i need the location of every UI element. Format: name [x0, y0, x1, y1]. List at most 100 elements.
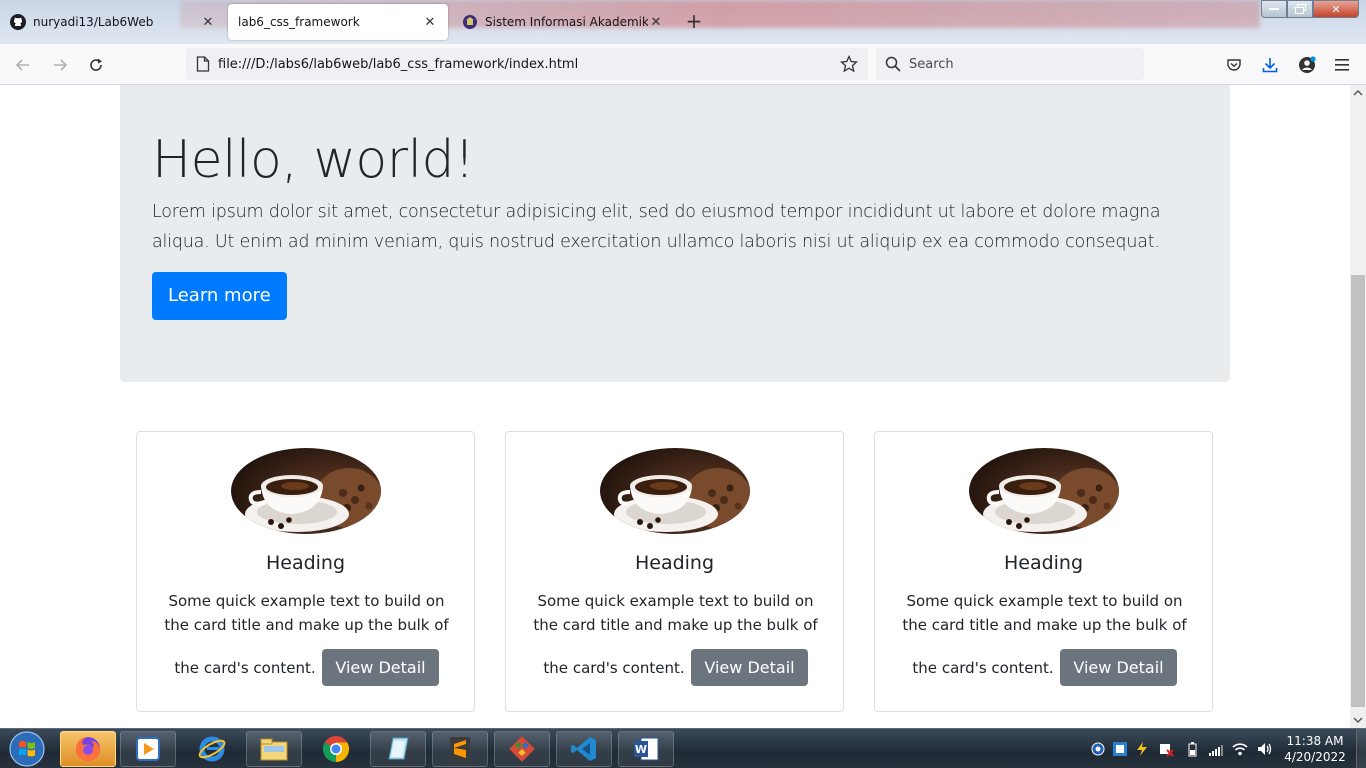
tray-signal-icon[interactable] [1208, 741, 1224, 757]
coffee-cup-image [231, 448, 381, 534]
tab-label: Sistem Informasi Akademik [485, 15, 648, 29]
reload-icon [90, 58, 102, 71]
sublime-text-icon [450, 737, 470, 761]
card-title: Heading [1003, 552, 1084, 574]
hamburger-menu-icon [1335, 59, 1349, 71]
tray-search-icon[interactable] [1090, 741, 1106, 757]
tray-wifi-icon[interactable] [1232, 741, 1248, 757]
jumbotron-lead: Lorem ipsum dolor sit amet, consectetur … [152, 202, 1161, 253]
close-tab-icon[interactable]: ✕ [422, 14, 438, 30]
internet-explorer-icon [198, 736, 226, 762]
taskbar-clock[interactable]: 11:38 AM 4/20/2022 [1280, 733, 1350, 765]
taskbar-git[interactable] [494, 731, 550, 767]
learn-more-button[interactable]: Learn more [152, 272, 287, 321]
card-text: Some quick example text to build on the … [155, 589, 458, 686]
card-title: Heading [634, 552, 715, 574]
reload-button[interactable] [83, 52, 109, 78]
tab-lab6-css-framework[interactable]: lab6_css_framework ✕ [228, 4, 448, 40]
tab-sistem-informasi[interactable]: Sistem Informasi Akademik ✕ [452, 4, 674, 40]
github-icon [10, 14, 26, 30]
downloads-button[interactable] [1257, 52, 1283, 78]
card-title: Heading [265, 552, 346, 574]
restore-button[interactable] [1287, 0, 1313, 18]
close-tab-icon[interactable]: ✕ [648, 14, 664, 30]
close-tab-icon[interactable]: ✕ [200, 14, 216, 30]
vscode-icon [571, 737, 596, 761]
account-button[interactable] [1294, 52, 1320, 78]
taskbar-notepad[interactable] [370, 731, 426, 767]
card-text: Some quick example text to build on the … [524, 589, 827, 686]
show-desktop-button[interactable] [1356, 729, 1366, 768]
card-text-end: card's content. [941, 659, 1054, 677]
windows-taskbar: W 11:38 AM 4/20/2022 [0, 728, 1366, 768]
forward-button[interactable] [47, 52, 73, 78]
file-explorer-icon [260, 738, 288, 761]
jumbotron: Hello, world! Lorem ipsum dolor sit amet… [120, 85, 1230, 382]
taskbar-firefox[interactable] [60, 731, 116, 767]
tab-label: lab6_css_framework [238, 15, 360, 29]
taskbar-word[interactable]: W [618, 731, 674, 767]
navigation-toolbar: file:///D:/labs6/lab6web/lab6_css_framew… [0, 44, 1366, 85]
git-icon [509, 736, 535, 762]
tray-volume-icon[interactable] [1256, 741, 1272, 757]
tray-power-icon[interactable] [1134, 741, 1150, 757]
media-player-icon [136, 737, 160, 761]
minimize-button[interactable] [1261, 0, 1287, 18]
search-icon [885, 56, 901, 72]
search-bar[interactable] [876, 48, 1144, 80]
firefox-icon [76, 737, 100, 761]
tab-strip: nuryadi13/Lab6Web ✕ lab6_css_framework ✕… [0, 0, 1366, 44]
scrollbar-thumb[interactable] [1351, 275, 1365, 707]
tray-action-center-icon[interactable] [1158, 741, 1174, 757]
taskbar-media-player[interactable] [120, 731, 176, 767]
pocket-icon [1227, 59, 1241, 71]
page-viewport: Hello, world! Lorem ipsum dolor sit amet… [0, 85, 1350, 728]
svg-text:W: W [635, 743, 647, 756]
pocket-button[interactable] [1221, 52, 1247, 78]
tray-battery-icon[interactable] [1184, 741, 1200, 757]
address-bar[interactable]: file:///D:/labs6/lab6web/lab6_css_framew… [186, 48, 868, 80]
new-tab-button[interactable]: + [684, 11, 704, 32]
coffee-cup-image [969, 448, 1119, 534]
taskbar-internet-explorer[interactable] [184, 731, 240, 767]
view-detail-button[interactable]: View Detail [322, 649, 439, 686]
clock-date: 4/20/2022 [1284, 750, 1346, 764]
menu-button[interactable] [1329, 52, 1355, 78]
forward-arrow-icon [54, 59, 68, 71]
back-button[interactable] [10, 52, 36, 78]
university-icon [462, 14, 478, 30]
start-button[interactable] [4, 730, 50, 768]
notepad-icon [388, 737, 409, 760]
view-detail-button[interactable]: View Detail [1060, 649, 1177, 686]
tab-github[interactable]: nuryadi13/Lab6Web ✕ [0, 4, 226, 40]
taskbar-file-explorer[interactable] [246, 731, 302, 767]
card: Heading Some quick example text to build… [874, 431, 1213, 712]
tab-label: nuryadi13/Lab6Web [33, 15, 154, 29]
card-text-end: card's content. [203, 659, 316, 677]
view-detail-button[interactable]: View Detail [691, 649, 808, 686]
word-icon: W [634, 737, 659, 761]
tray-network-manager-icon[interactable] [1112, 741, 1128, 757]
download-icon [1262, 58, 1278, 73]
taskbar-vscode[interactable] [556, 731, 612, 767]
chrome-icon [322, 736, 350, 763]
back-arrow-icon [15, 59, 29, 71]
card: Heading Some quick example text to build… [505, 431, 844, 712]
scroll-down-arrow-icon[interactable] [1350, 712, 1366, 728]
vertical-scrollbar[interactable] [1350, 85, 1366, 728]
page-icon [196, 56, 210, 72]
card-text-end: card's content. [572, 659, 685, 677]
bookmark-star-icon[interactable] [840, 55, 858, 73]
account-icon [1299, 56, 1316, 73]
scroll-up-arrow-icon[interactable] [1350, 85, 1366, 101]
coffee-cup-image [600, 448, 750, 534]
taskbar-chrome[interactable] [308, 731, 364, 767]
search-input[interactable] [909, 56, 1129, 72]
url-text[interactable]: file:///D:/labs6/lab6web/lab6_css_framew… [218, 57, 840, 72]
taskbar-sublime-text[interactable] [432, 731, 488, 767]
close-window-button[interactable]: ✕ [1313, 0, 1359, 18]
window-controls: ✕ [1261, 0, 1359, 18]
jumbotron-title: Hello, world! [152, 130, 475, 190]
clock-time: 11:38 AM [1286, 734, 1344, 748]
card-text: Some quick example text to build on the … [893, 589, 1196, 686]
